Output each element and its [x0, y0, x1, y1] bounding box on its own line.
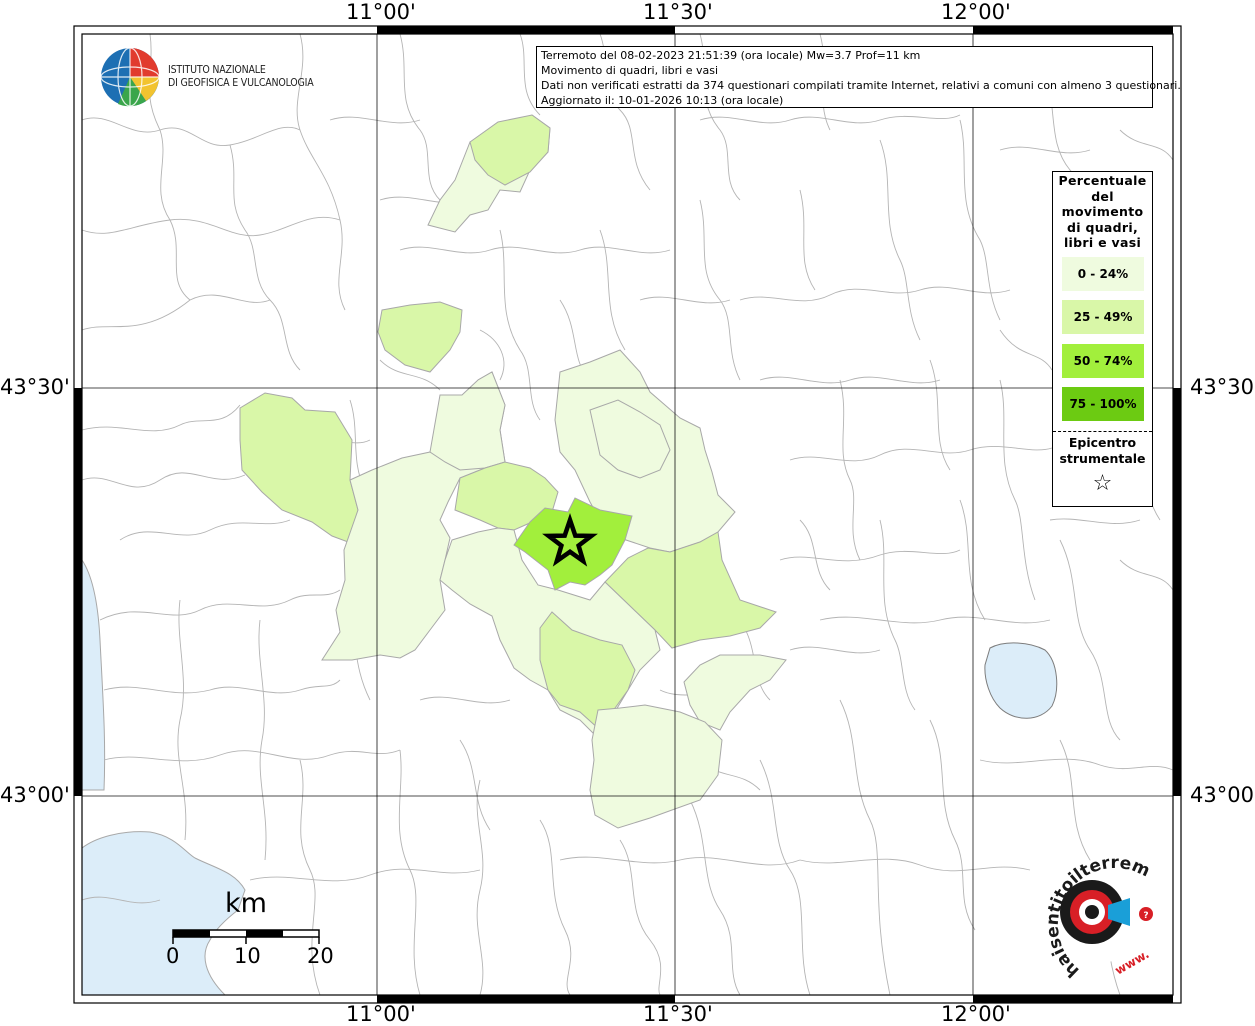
legend-star-icon: ☆ [1092, 471, 1113, 496]
legend-separator [1053, 431, 1152, 432]
right-lat-label-2: 43°00' [1190, 783, 1255, 807]
scale-label-20: 20 [307, 944, 334, 968]
scale-label-0: 0 [166, 944, 180, 968]
info-line-data-note: Dati non verificati estratti da 374 ques… [541, 79, 1181, 92]
bottom-lon-label-2: 11°30' [643, 1002, 713, 1026]
ingv-logo-text: ISTITUTO NAZIONALE DI GEOFISICA E VULCAN… [168, 64, 314, 90]
top-lon-label-2: 11°30' [643, 0, 713, 24]
legend: Percentuale del movimento di quadri, lib… [1052, 171, 1153, 507]
svg-text:?: ? [1143, 911, 1148, 921]
ingv-logo-globe [100, 47, 160, 107]
legend-title: Percentuale del movimento di quadri, lib… [1053, 173, 1152, 251]
info-line-event: Terremoto del 08-02-2023 21:51:39 (ora l… [541, 49, 921, 62]
legend-item-50-74: 50 - 74% [1062, 344, 1144, 378]
legend-epicenter-label: Epicentro strumentale [1053, 435, 1152, 467]
legend-item-25-49: 25 - 49% [1062, 300, 1144, 334]
legend-title-line: movimento [1061, 204, 1144, 219]
left-lat-label-2: 43°00' [0, 783, 70, 807]
earthquake-info-box: Terremoto del 08-02-2023 21:51:39 (ora l… [536, 46, 1181, 108]
info-line-updated: Aggiornato il: 10-01-2026 10:13 (ora loc… [541, 94, 784, 107]
scale-label-10: 10 [234, 944, 261, 968]
legend-title-line: libri e vasi [1063, 235, 1142, 250]
ingv-line-1: ISTITUTO NAZIONALE [168, 64, 266, 76]
legend-item-75-100: 75 - 100% [1062, 387, 1144, 421]
top-lon-label-3: 12°00' [941, 0, 1011, 24]
legend-title-line: Percentuale [1058, 173, 1147, 188]
legend-title-line: di quadri, [1066, 219, 1138, 235]
legend-item-0-24: 0 - 24% [1062, 257, 1144, 291]
top-lon-label-1: 11°00' [346, 0, 416, 24]
intensity-map: ? [73, 25, 1182, 1004]
info-line-effect: Movimento di quadri, libri e vasi [541, 64, 719, 77]
legend-title-line: del [1091, 188, 1114, 204]
legend-epicenter-line: strumentale [1059, 451, 1146, 466]
left-lat-label-1: 43°30' [0, 375, 70, 399]
scale-unit: km [225, 888, 267, 919]
bottom-lon-label-3: 12°00' [941, 1002, 1011, 1026]
legend-epicenter-line: Epicentro [1068, 435, 1137, 450]
right-lat-label-1: 43°30' [1190, 375, 1255, 399]
ingv-line-2: DI GEOFISICA E VULCANOLOGIA [168, 77, 314, 89]
bottom-lon-label-1: 11°00' [346, 1002, 416, 1026]
